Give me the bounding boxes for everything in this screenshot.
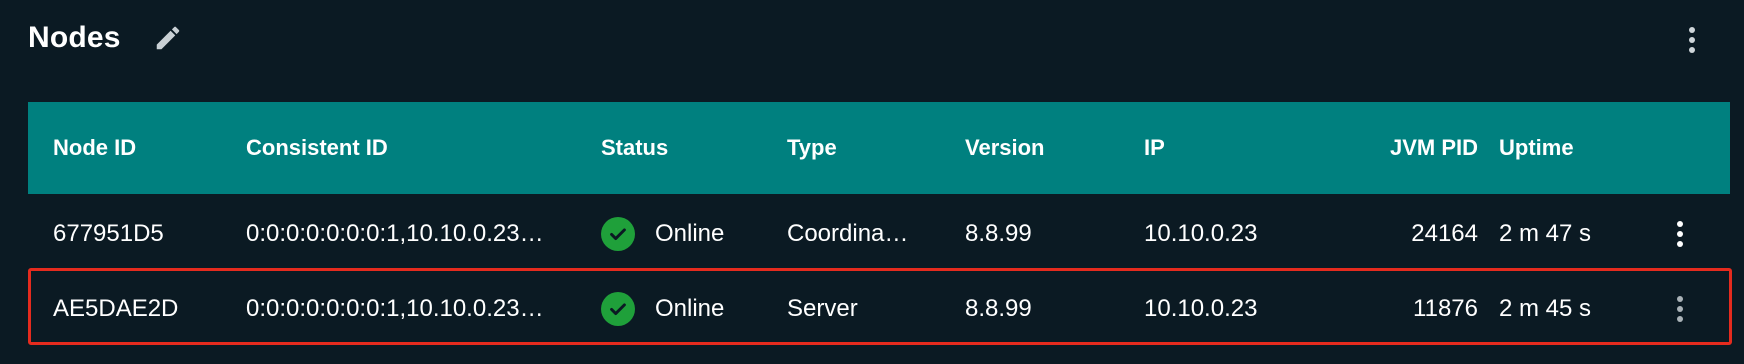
column-header-consistent-id[interactable]: Consistent ID (246, 102, 576, 194)
status-text: Online (655, 219, 725, 247)
row-menu-icon[interactable] (1662, 271, 1698, 346)
consistent-id-cell: 0:0:0:0:0:0:0:1,10.10.0.23… (246, 219, 544, 247)
nodes-table: Node ID Consistent ID Status Type Versio… (28, 102, 1732, 346)
panel-header: Nodes (28, 18, 185, 58)
node-id-cell: 677951D5 (53, 219, 164, 247)
nodes-panel: Nodes Node ID Consistent ID Status Type … (0, 0, 1744, 364)
table-row[interactable]: 677951D5 0:0:0:0:0:0:0:1,10.10.0.23… Onl… (28, 196, 1730, 271)
page-title: Nodes (28, 21, 121, 54)
status-cell: Online (601, 271, 724, 346)
column-header-uptime[interactable]: Uptime (1499, 102, 1574, 194)
ip-cell: 10.10.0.23 (1144, 294, 1258, 322)
status-cell: Online (601, 196, 724, 271)
column-header-jvm-pid[interactable]: JVM PID (1298, 102, 1478, 194)
ip-cell: 10.10.0.23 (1144, 219, 1258, 247)
column-header-status[interactable]: Status (601, 102, 668, 194)
column-header-version[interactable]: Version (965, 102, 1044, 194)
status-text: Online (655, 294, 725, 322)
check-circle-icon (601, 216, 635, 251)
uptime-cell: 2 m 45 s (1499, 294, 1592, 322)
table-row-selected[interactable]: AE5DAE2D 0:0:0:0:0:0:0:1,10.10.0.23… Onl… (28, 268, 1732, 346)
type-cell: Server (787, 294, 858, 322)
column-header-node-id[interactable]: Node ID (53, 102, 136, 194)
pencil-icon[interactable] (151, 21, 185, 55)
jvm-pid-cell: 24164 (1411, 219, 1478, 247)
version-cell: 8.8.99 (965, 219, 1032, 247)
table-header: Node ID Consistent ID Status Type Versio… (28, 102, 1730, 194)
consistent-id-cell: 0:0:0:0:0:0:0:1,10.10.0.23… (246, 294, 544, 322)
column-header-ip[interactable]: IP (1144, 102, 1165, 194)
column-header-type[interactable]: Type (787, 102, 915, 194)
uptime-cell: 2 m 47 s (1499, 219, 1592, 247)
node-id-cell: AE5DAE2D (53, 294, 179, 322)
type-cell: Coordina… (787, 219, 909, 247)
panel-menu-icon[interactable] (1672, 20, 1712, 60)
row-menu-icon[interactable] (1662, 196, 1698, 271)
check-circle-icon (601, 291, 635, 326)
jvm-pid-cell: 11876 (1413, 294, 1478, 322)
version-cell: 8.8.99 (965, 294, 1032, 322)
